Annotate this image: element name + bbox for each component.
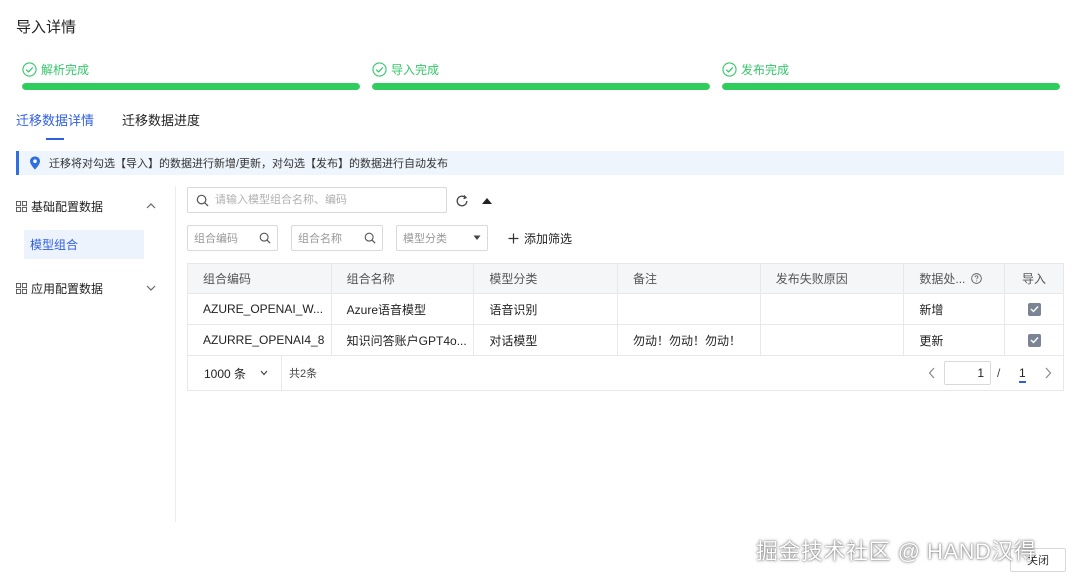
sidebar-group-app-config[interactable]: 应用配置数据 (16, 278, 156, 298)
step-progress-bar (372, 83, 710, 90)
progress-steps: 解析完成 导入完成 发布完成 (22, 60, 1060, 92)
page-number-input[interactable] (944, 361, 991, 385)
search-box (187, 187, 447, 213)
chevron-down-icon (260, 370, 268, 376)
cell-import (1005, 325, 1063, 355)
cell-action: 新增 (904, 294, 1006, 324)
filter-name[interactable]: 组合名称 (291, 225, 383, 251)
cell-category: 语音识别 (474, 294, 619, 324)
page-size-select[interactable]: 1000 条 (188, 356, 282, 390)
column-header: 备注 (618, 264, 761, 293)
add-filter-button[interactable]: 添加筛选 (508, 230, 572, 247)
total-count: 共2条 (289, 368, 318, 380)
column-header-label: 数据处... (919, 272, 966, 286)
check-circle-icon (372, 61, 387, 77)
caret-down-icon (473, 235, 481, 240)
cell-import (1005, 294, 1063, 324)
filter-category-label: 模型分类 (403, 233, 447, 245)
check-circle-icon (22, 61, 37, 77)
tab-bar: 迁移数据详情 迁移数据进度 (16, 110, 200, 140)
pagination: 1000 条 共2条 / 1 (188, 356, 1063, 390)
refresh-icon[interactable] (455, 194, 469, 208)
column-header: 发布失败原因 (761, 264, 905, 293)
check-circle-icon (722, 61, 737, 77)
cell-name: Azure语音模型 (332, 294, 475, 324)
step-progress-bar (722, 83, 1060, 90)
step-import: 导入完成 (372, 60, 710, 92)
page-separator: / (997, 366, 1001, 380)
sidebar-group-label: 应用配置数据 (31, 281, 104, 296)
search-icon (196, 194, 209, 207)
step-publish: 发布完成 (722, 60, 1060, 92)
cell-name: 知识问答账户GPT4o... (332, 325, 475, 355)
filter-name-label: 组合名称 (298, 233, 342, 245)
location-pin-icon (30, 156, 40, 170)
cell-fail-reason (761, 294, 905, 324)
grid-icon (16, 282, 27, 294)
page-size-value: 1000 条 (204, 366, 247, 381)
sidebar-item-model-combination[interactable]: 模型组合 (24, 230, 144, 259)
filter-code-label: 组合编码 (194, 233, 238, 245)
caret-up-icon[interactable] (481, 196, 493, 206)
import-checkbox[interactable] (1027, 333, 1041, 347)
column-header-action: 数据处... (904, 264, 1006, 293)
tab-migration-details[interactable]: 迁移数据详情 (16, 110, 94, 140)
cell-code: AZURRE_OPENAI4_8 (188, 325, 332, 355)
info-notice: 迁移将对勾选【导入】的数据进行新增/更新，对勾选【发布】的数据进行自动发布 (16, 151, 1064, 175)
tab-migration-progress[interactable]: 迁移数据进度 (122, 110, 200, 134)
notice-text: 迁移将对勾选【导入】的数据进行新增/更新，对勾选【发布】的数据进行自动发布 (49, 158, 449, 170)
data-table: 组合编码 组合名称 模型分类 备注 发布失败原因 数据处... 导入 AZURE… (187, 263, 1064, 391)
chevron-down-icon (146, 285, 156, 291)
step-label: 导入完成 (391, 62, 440, 77)
step-label: 解析完成 (41, 62, 90, 77)
step-parse: 解析完成 (22, 60, 360, 92)
cell-category: 对话模型 (474, 325, 619, 355)
cell-note: 勿动！勿动！勿动！ (618, 325, 761, 355)
column-header: 导入 (1022, 272, 1047, 286)
help-circle-icon[interactable] (971, 273, 983, 284)
total-pages[interactable]: 1 (1019, 366, 1026, 383)
search-icon (364, 232, 376, 244)
chevron-left-icon[interactable] (928, 367, 936, 379)
cell-fail-reason (761, 325, 905, 355)
watermark-text: 掘金技术社区 @ HAND汉得 (756, 539, 1037, 564)
step-progress-bar (22, 83, 360, 90)
search-input[interactable] (215, 194, 435, 206)
cell-action: 更新 (904, 325, 1006, 355)
sidebar-group-basic-config[interactable]: 基础配置数据 (16, 196, 156, 216)
column-header: 组合编码 (188, 264, 332, 293)
grid-icon (16, 200, 27, 212)
chevron-up-icon (146, 203, 156, 209)
column-header: 模型分类 (474, 264, 619, 293)
page-title: 导入详情 (16, 19, 77, 36)
checkmark-icon (1030, 306, 1039, 313)
filter-code[interactable]: 组合编码 (187, 225, 278, 251)
sidebar-group-label: 基础配置数据 (31, 199, 104, 214)
cell-code: AZURE_OPENAI_W... (188, 294, 332, 324)
plus-icon (508, 233, 519, 244)
table-row: AZURRE_OPENAI4_8 知识问答账户GPT4o... 对话模型 勿动！… (188, 325, 1063, 356)
cell-note (618, 294, 761, 324)
table-row: AZURE_OPENAI_W... Azure语音模型 语音识别 新增 (188, 294, 1063, 325)
chevron-right-icon[interactable] (1044, 367, 1052, 379)
sidebar: 基础配置数据 模型组合 应用配置数据 (0, 186, 176, 522)
checkmark-icon (1030, 337, 1039, 344)
filter-category-select[interactable]: 模型分类 (396, 225, 488, 251)
import-checkbox[interactable] (1027, 302, 1041, 316)
add-filter-label: 添加筛选 (524, 232, 573, 246)
column-header: 组合名称 (332, 264, 475, 293)
table-header-row: 组合编码 组合名称 模型分类 备注 发布失败原因 数据处... 导入 (188, 264, 1063, 294)
search-icon (259, 232, 271, 244)
step-label: 发布完成 (741, 62, 790, 77)
